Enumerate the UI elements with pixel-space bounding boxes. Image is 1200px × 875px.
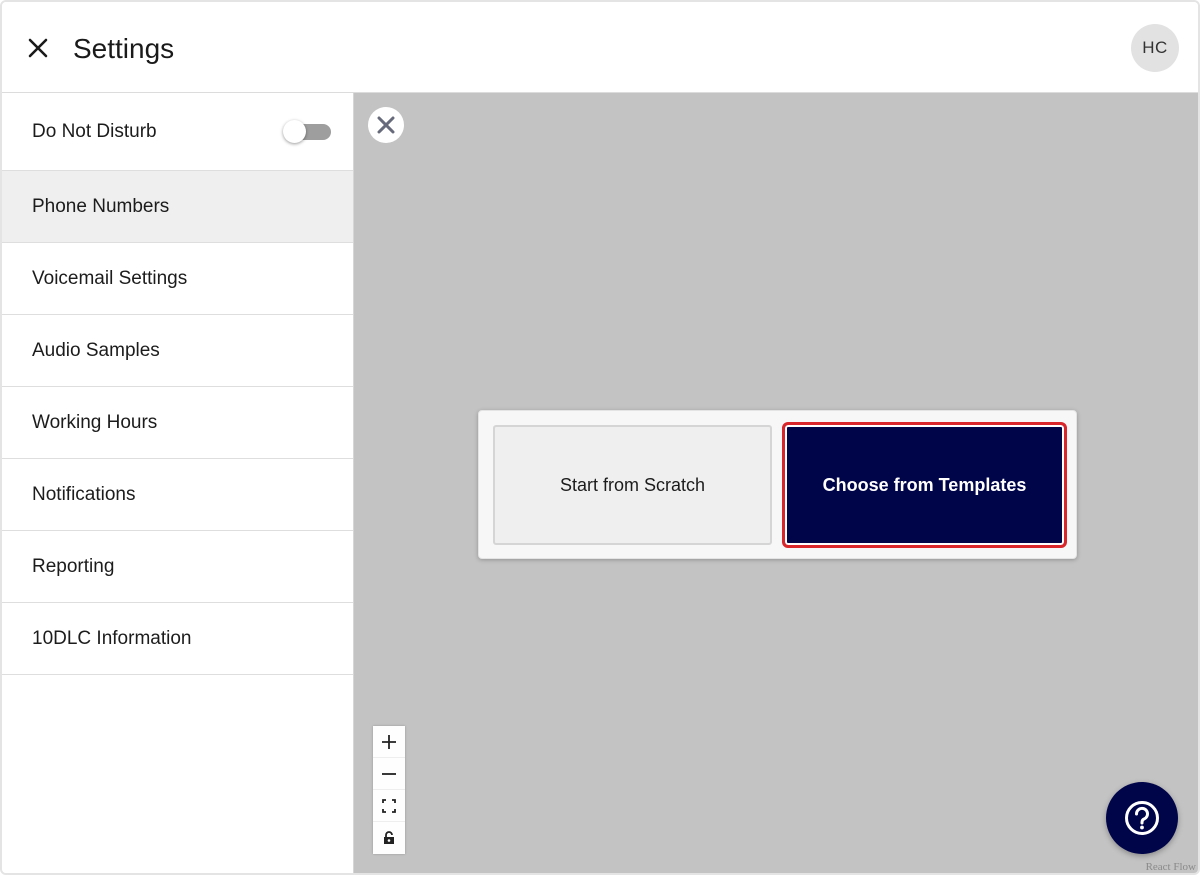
zoom-controls: [373, 726, 405, 854]
sidebar: Do Not Disturb Phone Numbers Voicemail S…: [2, 93, 354, 873]
toggle-knob: [283, 120, 306, 143]
settings-window: Settings HC Do Not Disturb Phone Numbers…: [0, 0, 1200, 875]
sidebar-item-label: Working Hours: [32, 411, 158, 433]
sidebar-item-voicemail-settings[interactable]: Voicemail Settings: [2, 243, 353, 315]
sidebar-item-working-hours[interactable]: Working Hours: [2, 387, 353, 459]
start-from-scratch-button[interactable]: Start from Scratch: [493, 425, 772, 545]
fit-view-icon[interactable]: [373, 790, 405, 822]
sidebar-item-10dlc-information[interactable]: 10DLC Information: [2, 603, 353, 675]
help-icon[interactable]: [1106, 782, 1178, 854]
close-icon[interactable]: [368, 107, 404, 143]
sidebar-item-label: Do Not Disturb: [32, 120, 157, 142]
close-icon[interactable]: [24, 34, 52, 62]
zoom-out-icon[interactable]: [373, 758, 405, 790]
do-not-disturb-toggle[interactable]: [283, 120, 333, 143]
flow-canvas[interactable]: Start from Scratch Choose from Templates: [354, 93, 1198, 873]
choose-from-templates-button[interactable]: Choose from Templates: [782, 422, 1067, 548]
sidebar-item-label: Audio Samples: [32, 339, 160, 361]
sidebar-item-label: Notifications: [32, 483, 136, 505]
page-title: Settings: [73, 33, 175, 64]
sidebar-item-notifications[interactable]: Notifications: [2, 459, 353, 531]
sidebar-item-audio-samples[interactable]: Audio Samples: [2, 315, 353, 387]
react-flow-attribution[interactable]: React Flow: [1146, 861, 1196, 873]
header: Settings HC: [2, 2, 1198, 93]
sidebar-item-reporting[interactable]: Reporting: [2, 531, 353, 603]
avatar[interactable]: HC: [1131, 24, 1179, 72]
sidebar-item-phone-numbers[interactable]: Phone Numbers: [2, 171, 353, 243]
start-choice-panel: Start from Scratch Choose from Templates: [478, 410, 1077, 559]
sidebar-item-label: Phone Numbers: [32, 195, 170, 217]
sidebar-item-label: 10DLC Information: [32, 627, 192, 649]
sidebar-item-label: Voicemail Settings: [32, 267, 188, 289]
lock-icon[interactable]: [373, 822, 405, 854]
sidebar-item-label: Reporting: [32, 555, 115, 577]
zoom-in-icon[interactable]: [373, 726, 405, 758]
sidebar-item-do-not-disturb[interactable]: Do Not Disturb: [2, 93, 353, 171]
